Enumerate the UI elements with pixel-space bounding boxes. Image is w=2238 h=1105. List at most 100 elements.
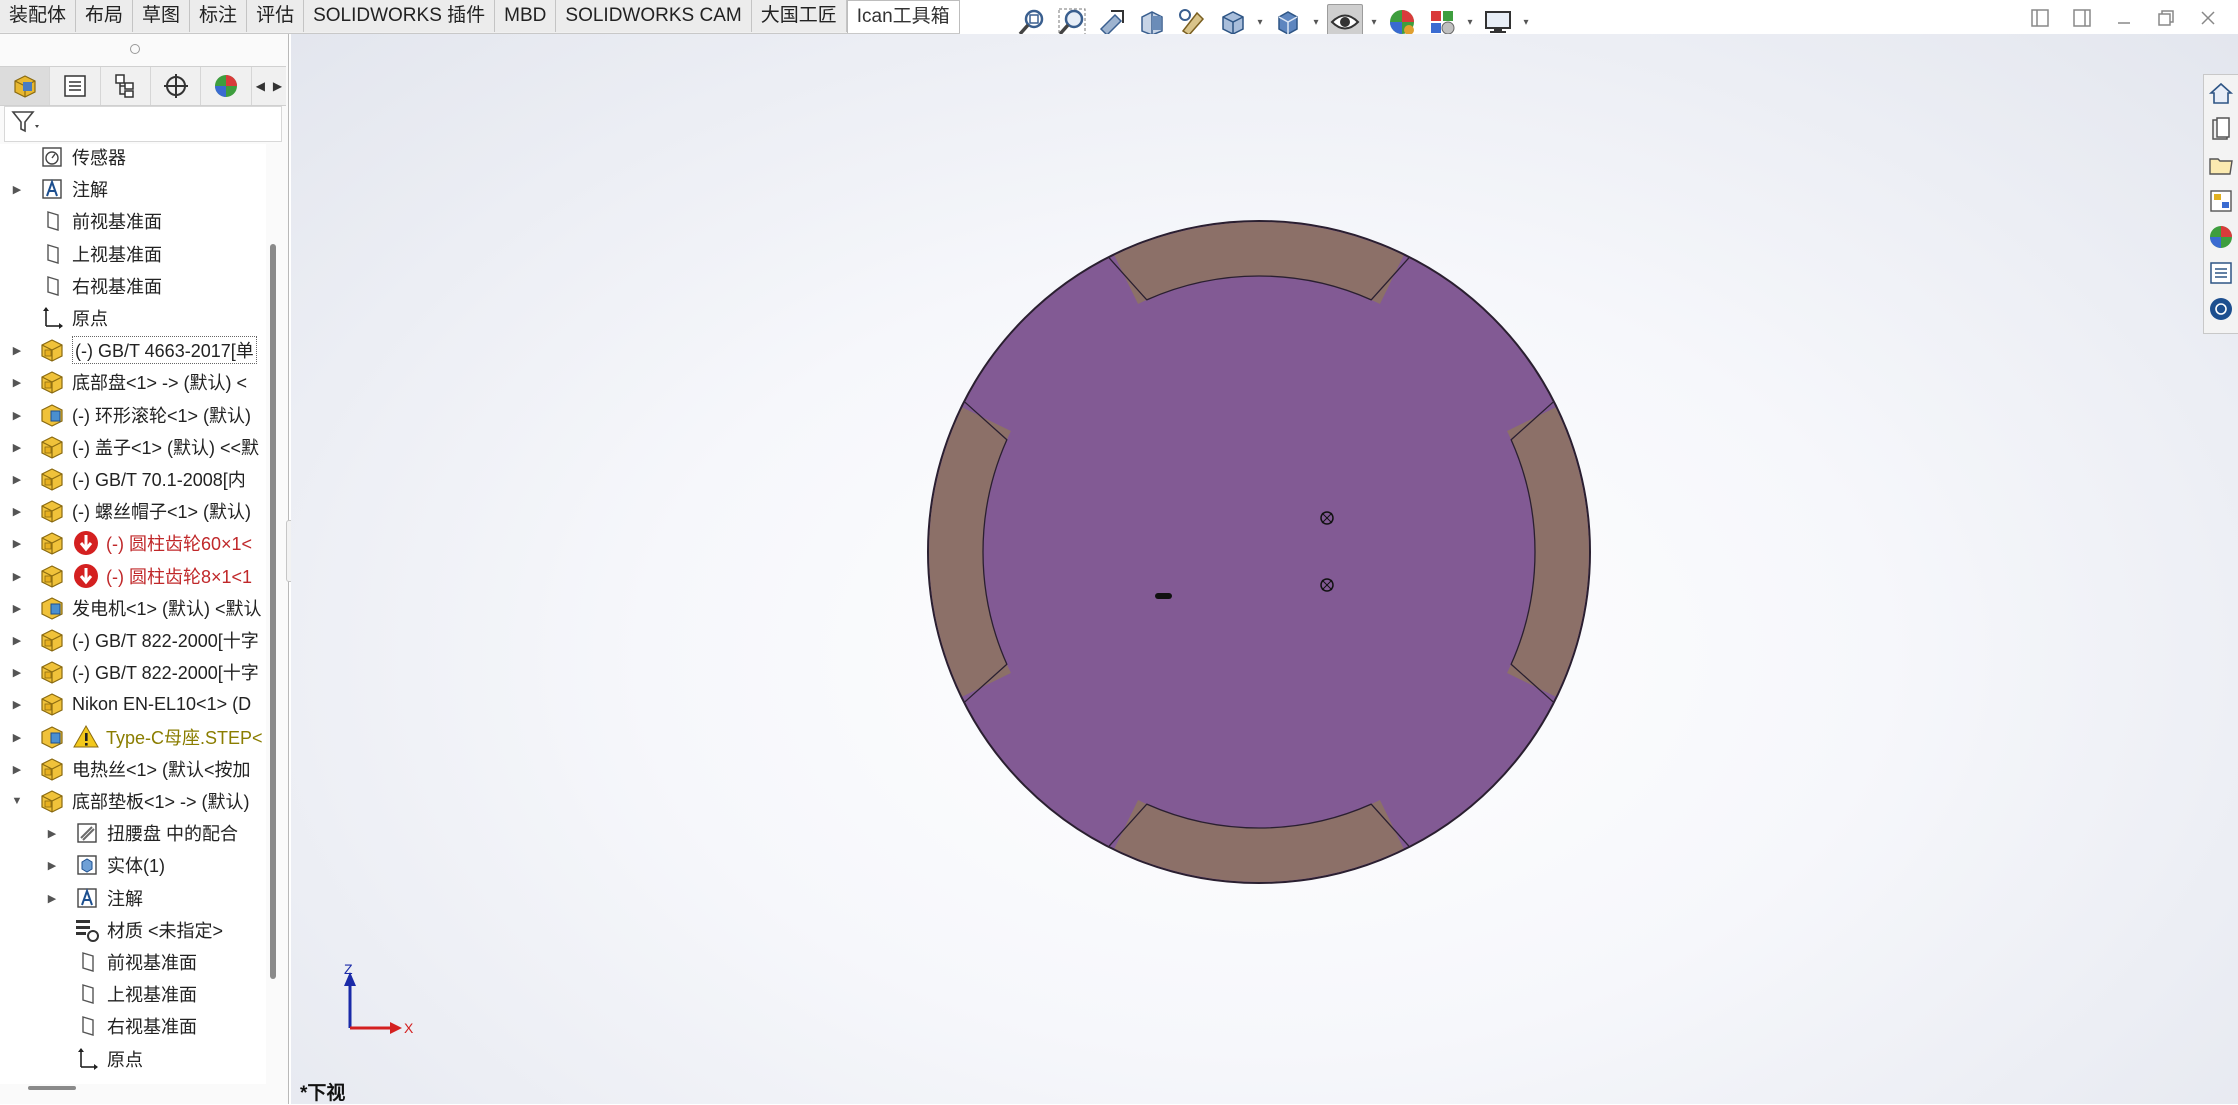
expand-arrow-icon[interactable]: ▶ bbox=[10, 689, 24, 719]
feature-manager-tab-icon[interactable] bbox=[0, 67, 51, 105]
expand-arrow-icon[interactable]: ▶ bbox=[10, 400, 24, 430]
origin-icon bbox=[73, 1045, 101, 1073]
tree-node[interactable]: 前视基准面 bbox=[45, 947, 197, 977]
tree-node[interactable]: ▶ 实体(1) bbox=[45, 850, 165, 880]
tile-right-icon[interactable] bbox=[2070, 6, 2094, 30]
expand-arrow-icon[interactable]: ▶ bbox=[10, 754, 24, 784]
collapse-arrow-icon[interactable]: ▼ bbox=[10, 786, 24, 816]
tab-assembly[interactable]: 装配体 bbox=[0, 0, 77, 32]
expand-arrow-icon[interactable]: ▶ bbox=[10, 335, 24, 365]
tree-node[interactable]: ▶ 注解 bbox=[45, 883, 143, 913]
tree-node[interactable]: ▶ (-) 盖子<1> (默认) <<默 bbox=[10, 432, 259, 462]
sensor-icon bbox=[38, 144, 66, 171]
property-manager-tab-icon[interactable] bbox=[50, 67, 101, 105]
tree-node[interactable]: 上视基准面 bbox=[45, 979, 197, 1009]
tab-ican-toolbox[interactable]: Ican工具箱 bbox=[846, 0, 960, 33]
tree-node[interactable]: ▶ 底部盘<1> -> (默认) < bbox=[10, 367, 247, 397]
appearances-icon[interactable] bbox=[2206, 221, 2236, 253]
plane-icon bbox=[73, 1012, 101, 1040]
expand-arrow-icon[interactable]: ▶ bbox=[10, 367, 24, 397]
tree-node-label: (-) GB/T 4663-2017[单 bbox=[72, 336, 257, 364]
custom-properties-icon[interactable] bbox=[2206, 257, 2236, 289]
tree-node-label: (-) 环形滚轮<1> (默认) bbox=[72, 406, 252, 426]
tab-markup[interactable]: 标注 bbox=[190, 0, 248, 32]
expand-arrow-icon[interactable]: ▶ bbox=[10, 528, 24, 558]
view-palette-icon[interactable] bbox=[2206, 185, 2236, 217]
tree-node[interactable]: ▶ Nikon EN-EL10<1> (D bbox=[10, 689, 251, 719]
tab-solidworks-addins[interactable]: SOLIDWORKS 插件 bbox=[304, 0, 496, 32]
expand-arrow-icon[interactable]: ▶ bbox=[10, 496, 24, 526]
tree-node[interactable]: ▶ (-) 圆柱齿轮8×1<1 bbox=[10, 561, 252, 591]
tabs-scroll-right-icon[interactable]: ▶ bbox=[269, 67, 286, 105]
tree-node[interactable]: ▶ 注解 bbox=[10, 174, 108, 204]
expand-arrow-icon[interactable]: ▶ bbox=[10, 464, 24, 494]
tree-node[interactable]: ▶ (-) 螺丝帽子<1> (默认) bbox=[10, 496, 251, 526]
tree-node[interactable]: ▶ (-) GB/T 4663-2017[单 bbox=[10, 335, 257, 365]
tree-node-label: 材质 <未指定> bbox=[107, 921, 224, 941]
expand-arrow-icon[interactable]: ▶ bbox=[45, 850, 59, 880]
tree-node[interactable]: ▶ 扭腰盘 中的配合 bbox=[45, 818, 238, 848]
task-pane bbox=[2203, 74, 2238, 334]
tree-node-label: Type-C母座.STEP< bbox=[106, 728, 262, 748]
tree-vertical-scrollbar[interactable] bbox=[270, 244, 276, 979]
expand-arrow-icon[interactable]: ▶ bbox=[10, 432, 24, 462]
tree-node[interactable]: ▶ (-) GB/T 822-2000[十字 bbox=[10, 625, 259, 655]
design-library-icon[interactable] bbox=[2206, 113, 2236, 145]
tree-node[interactable]: ▶ (-) GB/T 70.1-2008[内 bbox=[10, 464, 246, 494]
expand-arrow-icon[interactable]: ▶ bbox=[10, 625, 24, 655]
tree-node[interactable]: 右视基准面 bbox=[45, 1011, 197, 1041]
tab-evaluate[interactable]: 评估 bbox=[247, 0, 305, 32]
tree-horizontal-scrollbar[interactable] bbox=[28, 1086, 76, 1090]
expand-arrow-icon[interactable]: ▶ bbox=[10, 174, 24, 204]
tree-node[interactable]: ▶ (-) GB/T 822-2000[十字 bbox=[10, 657, 259, 687]
graphics-area[interactable] bbox=[291, 34, 2238, 1104]
expand-arrow-icon[interactable]: ▶ bbox=[10, 657, 24, 687]
tree-filter[interactable] bbox=[4, 106, 282, 142]
tab-layout[interactable]: 布局 bbox=[76, 0, 134, 32]
tree-node[interactable]: 材质 <未指定> bbox=[45, 915, 223, 945]
filter-icon[interactable] bbox=[11, 109, 41, 140]
tree-node[interactable]: 右视基准面 bbox=[10, 271, 162, 301]
expand-arrow-icon[interactable]: ▶ bbox=[10, 561, 24, 591]
expand-arrow-icon[interactable]: ▶ bbox=[10, 593, 24, 623]
minimize-icon[interactable] bbox=[2112, 6, 2136, 30]
part-icon bbox=[38, 529, 66, 557]
tabs-scroll-left-icon[interactable]: ◀ bbox=[252, 67, 269, 105]
assembly-icon bbox=[38, 594, 66, 622]
panel-grip-icon[interactable] bbox=[130, 44, 140, 54]
file-explorer-icon[interactable] bbox=[2206, 149, 2236, 181]
tree-node-label: 注解 bbox=[107, 889, 143, 909]
tree-node[interactable]: 传感器 bbox=[10, 144, 126, 172]
tab-solidworks-cam[interactable]: SOLIDWORKS CAM bbox=[556, 0, 752, 32]
tree-node-label: (-) 圆柱齿轮60×1< bbox=[106, 534, 253, 554]
tree-node[interactable]: 上视基准面 bbox=[10, 239, 162, 269]
tile-left-icon[interactable] bbox=[2028, 6, 2052, 30]
expand-arrow-icon[interactable]: ▶ bbox=[45, 883, 59, 913]
plane-icon bbox=[38, 240, 66, 268]
tab-sketch[interactable]: 草图 bbox=[133, 0, 191, 32]
dimxpert-manager-tab-icon[interactable] bbox=[151, 67, 202, 105]
tree-node[interactable]: ▶ (-) 环形滚轮<1> (默认) bbox=[10, 400, 251, 430]
configuration-manager-tab-icon[interactable] bbox=[101, 67, 152, 105]
tree-node[interactable]: ▶ Type-C母座.STEP< bbox=[10, 722, 262, 752]
tree-node[interactable]: ▶ 发电机<1> (默认) <默认 bbox=[10, 593, 262, 623]
tree-node[interactable]: ▶ 电热丝<1> (默认<按加 bbox=[10, 754, 251, 784]
tab-mbd[interactable]: MBD bbox=[495, 0, 557, 32]
bottom-disc[interactable] bbox=[927, 220, 1591, 884]
tree-node[interactable]: ▼ 底部垫板<1> -> (默认) bbox=[10, 786, 250, 816]
mates-icon bbox=[73, 819, 101, 847]
tree-node-label: 传感器 bbox=[72, 148, 126, 168]
solidworks-forum-icon[interactable] bbox=[2206, 293, 2236, 325]
expand-arrow-icon[interactable]: ▶ bbox=[45, 818, 59, 848]
tree-node[interactable]: 原点 bbox=[10, 303, 108, 333]
display-manager-tab-icon[interactable] bbox=[201, 67, 252, 105]
tree-node[interactable]: 原点 bbox=[45, 1044, 143, 1074]
expand-arrow-icon[interactable]: ▶ bbox=[10, 722, 24, 752]
tree-node[interactable]: ▶ (-) 圆柱齿轮60×1< bbox=[10, 528, 252, 558]
tab-daguo-gongjiang[interactable]: 大国工匠 bbox=[751, 0, 847, 32]
solidworks-resources-icon[interactable] bbox=[2206, 77, 2236, 109]
feature-manager-panel: ◀ ▶ 传感器 ▶ 注解 前视基准面 上视基准面 右视基准面 原点 ▶ (-) GB/T 466… bbox=[0, 34, 289, 1104]
tree-node[interactable]: 前视基准面 bbox=[10, 206, 162, 236]
restore-icon[interactable] bbox=[2154, 6, 2178, 30]
close-icon[interactable] bbox=[2196, 6, 2220, 30]
